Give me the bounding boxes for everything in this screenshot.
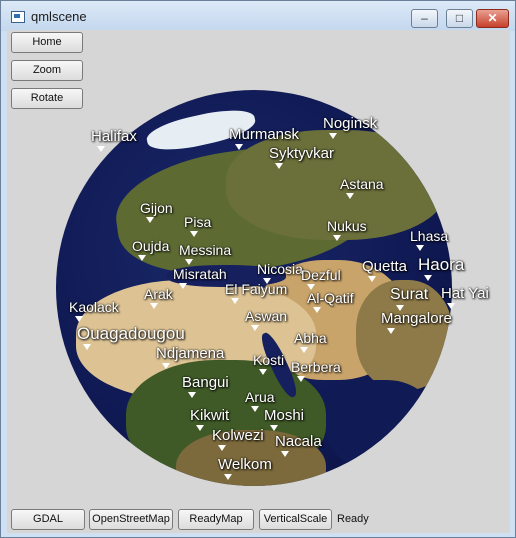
city-marker-icon[interactable]: [313, 307, 321, 313]
city-label: Arua: [245, 389, 275, 405]
city-label: Pisa: [184, 214, 212, 230]
city-label: Halifax: [91, 128, 137, 145]
city-marker-icon[interactable]: [185, 259, 193, 265]
city-label: Kosti: [253, 352, 285, 368]
city-marker-icon[interactable]: [447, 303, 455, 309]
city-label: Ndjamena: [156, 345, 225, 362]
city-label: Mangalore: [381, 310, 452, 327]
city-marker-icon[interactable]: [150, 303, 158, 309]
app-window: qmlscene – □ ✕ Halifax Murmansk Noginsk Syk…: [0, 0, 516, 538]
city-marker-icon[interactable]: [235, 144, 243, 150]
city-marker-icon[interactable]: [231, 298, 239, 304]
city-marker-icon[interactable]: [188, 392, 196, 398]
city-marker-icon[interactable]: [251, 406, 259, 412]
gdal-button[interactable]: GDAL: [11, 509, 85, 530]
city-label: Al-Qatif: [307, 290, 354, 306]
city-label: Noginsk: [323, 115, 378, 132]
city-label: Kolwezi: [212, 427, 264, 444]
city-marker-icon[interactable]: [297, 376, 305, 382]
title-bar[interactable]: qmlscene – □ ✕: [1, 1, 515, 31]
city-marker-icon[interactable]: [83, 344, 91, 350]
city-marker-icon[interactable]: [179, 283, 187, 289]
city-marker-icon[interactable]: [346, 193, 354, 199]
arabian-sea: [326, 380, 436, 470]
city-marker-icon[interactable]: [275, 163, 283, 169]
rotate-button[interactable]: Rotate: [11, 88, 83, 109]
city-marker-icon[interactable]: [281, 451, 289, 457]
city-label: Kikwit: [190, 407, 230, 424]
status-text: Ready: [337, 513, 369, 525]
city-marker-icon[interactable]: [368, 276, 376, 282]
city-marker-icon[interactable]: [329, 133, 337, 139]
city-label: Nicosia: [257, 261, 303, 277]
city-label: Arak: [144, 286, 173, 302]
window-title: qmlscene: [31, 9, 87, 24]
city-label: El Faiyum: [225, 281, 288, 297]
city-label: Astana: [340, 176, 384, 192]
city-marker-icon[interactable]: [300, 347, 308, 353]
minimize-button[interactable]: –: [411, 9, 438, 28]
city-marker-icon[interactable]: [146, 217, 154, 223]
maximize-button[interactable]: □: [446, 9, 473, 28]
city-label: Abha: [294, 330, 327, 346]
close-button[interactable]: ✕: [476, 9, 509, 28]
city-marker-icon[interactable]: [416, 245, 424, 251]
city-marker-icon[interactable]: [218, 445, 226, 451]
home-button[interactable]: Home: [11, 32, 83, 53]
city-label: Messina: [179, 242, 232, 258]
city-marker-icon[interactable]: [424, 275, 432, 281]
city-label: Hat Yai: [441, 285, 489, 302]
city-label: Aswan: [245, 308, 288, 324]
readymap-button[interactable]: ReadyMap: [178, 509, 254, 530]
verticalscale-button[interactable]: VerticalScale: [259, 509, 332, 530]
openstreetmap-button[interactable]: OpenStreetMap: [89, 509, 173, 530]
city-label: Haora: [418, 255, 465, 274]
city-label: Syktyvkar: [269, 145, 335, 162]
city-marker-icon[interactable]: [224, 474, 232, 480]
city-label: Ouagadougou: [77, 324, 185, 343]
qml-scene-content: Halifax Murmansk Noginsk Syktyvkar Astana Gij…: [7, 30, 510, 533]
app-icon: [11, 11, 25, 23]
city-marker-icon[interactable]: [251, 325, 259, 331]
city-marker-icon[interactable]: [162, 363, 170, 369]
city-label: Lhasa: [410, 228, 449, 244]
city-label: Moshi: [264, 407, 305, 424]
city-label: Misratah: [173, 266, 227, 282]
city-label: Kaolack: [69, 299, 119, 315]
city-marker-icon[interactable]: [138, 255, 146, 261]
city-label: Murmansk: [229, 126, 300, 143]
city-label: Nacala: [275, 433, 322, 450]
city-label: Surat: [390, 286, 429, 303]
city-label: Gijon: [140, 200, 173, 216]
zoom-button[interactable]: Zoom: [11, 60, 83, 81]
city-label: Dezful: [301, 267, 341, 283]
city-label: Quetta: [362, 258, 408, 275]
city-marker-icon[interactable]: [196, 425, 204, 431]
city-label: Nukus: [327, 218, 367, 234]
city-label: Bangui: [182, 374, 229, 391]
city-marker-icon[interactable]: [259, 369, 267, 375]
city-label: Welkom: [218, 456, 272, 473]
city-marker-icon[interactable]: [75, 316, 83, 322]
city-marker-icon[interactable]: [387, 328, 395, 334]
city-marker-icon[interactable]: [270, 425, 278, 431]
city-marker-icon[interactable]: [333, 235, 341, 241]
city-marker-icon[interactable]: [97, 146, 105, 152]
city-label: Berbera: [291, 359, 341, 375]
city-label: Oujda: [132, 238, 170, 254]
city-marker-icon[interactable]: [190, 231, 198, 237]
